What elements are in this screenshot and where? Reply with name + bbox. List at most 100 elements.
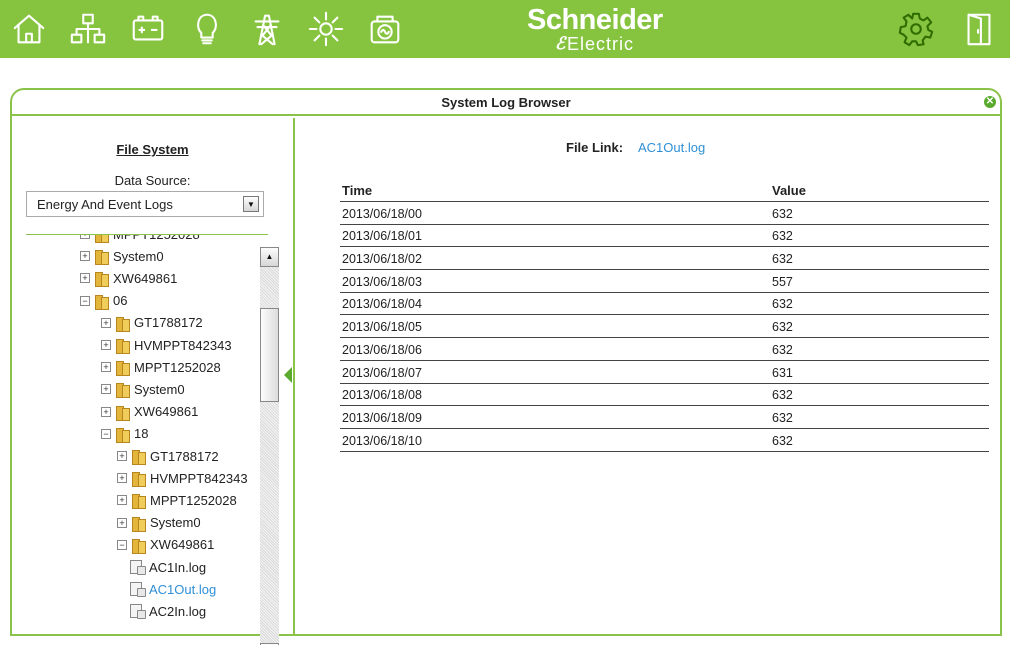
panel-title: System Log Browser — [441, 94, 571, 110]
expand-icon[interactable]: + — [80, 235, 90, 239]
tree-folder-item[interactable]: + System0 — [117, 512, 201, 534]
home-button[interactable] — [8, 8, 50, 50]
log-file-icon — [130, 604, 146, 620]
table-row: 2013/06/18/08 632 — [340, 384, 989, 407]
folder-icon — [131, 493, 146, 510]
data-source-select[interactable]: Energy And Event Logs ▼ — [26, 191, 264, 217]
exit-button[interactable] — [958, 8, 1000, 50]
scroll-up-icon[interactable]: ▲ — [260, 247, 279, 267]
tree-file-item[interactable]: AC2In.log — [130, 600, 206, 622]
generator-button[interactable] — [364, 8, 406, 50]
generator-icon — [370, 15, 400, 44]
tree-folder-item[interactable]: + HVMPPT842343 — [101, 334, 232, 356]
value-cell: 632 — [772, 342, 793, 357]
expand-icon[interactable]: + — [80, 251, 90, 262]
logo-wordmark: Schneider — [527, 4, 663, 36]
tree-item-label: XW649861 — [113, 270, 178, 286]
expand-icon[interactable]: + — [117, 451, 127, 461]
tower-button[interactable] — [246, 8, 288, 50]
network-button[interactable] — [67, 8, 109, 50]
expand-icon[interactable]: + — [117, 473, 127, 484]
battery-button[interactable] — [127, 8, 169, 50]
tree-folder-item[interactable]: + MPPT1252028 — [117, 489, 237, 511]
expand-icon[interactable]: + — [117, 495, 127, 506]
tree-folder-item[interactable]: + MPPT1252028 — [80, 235, 200, 245]
expand-icon[interactable]: + — [101, 384, 111, 395]
collapse-arrow-icon[interactable] — [284, 367, 292, 383]
tree-item-label: GT1788172 — [134, 315, 203, 331]
pane-splitter[interactable] — [293, 118, 295, 634]
expand-icon[interactable]: + — [101, 317, 111, 328]
file-tree: +MPPT1252028+System0+XW649861−06+GT17881… — [26, 235, 258, 645]
value-cell: 632 — [772, 252, 793, 267]
tree-item-label: MPPT1252028 — [113, 235, 200, 242]
value-cell: 632 — [772, 229, 793, 244]
tree-item-label: HVMPPT842343 — [134, 337, 232, 353]
file-system-pane: File System Data Source: Energy And Even… — [12, 118, 293, 645]
table-row: 2013/06/18/05 632 — [340, 315, 989, 339]
folder-icon — [115, 338, 130, 354]
logo-mark: ℰ — [555, 34, 566, 53]
column-header-time: Time — [342, 183, 373, 198]
brand-logo: Schneider ℰ Electric — [527, 4, 677, 56]
tree-item-label: GT1788172 — [150, 448, 219, 464]
tree-folder-item[interactable]: − XW649861 — [117, 534, 214, 556]
collapse-icon[interactable]: − — [80, 295, 90, 306]
tree-folder-item[interactable]: + MPPT1252028 — [101, 356, 221, 378]
scrollbar-thumb[interactable] — [260, 308, 279, 402]
top-toolbar: Schneider ℰ Electric — [0, 0, 1010, 58]
lightbulb-button[interactable] — [186, 8, 228, 50]
tree-item-label: AC2In.log — [149, 603, 207, 619]
tree-folder-item[interactable]: + XW649861 — [101, 401, 198, 423]
table-row: 2013/06/18/00 632 — [340, 202, 989, 225]
battery-icon — [132, 15, 164, 41]
folder-icon — [115, 360, 130, 377]
folder-icon — [115, 316, 130, 332]
tree-folder-item[interactable]: + GT1788172 — [117, 445, 219, 467]
exit-door-icon — [967, 13, 991, 46]
folder-icon — [131, 449, 146, 465]
tree-file-item[interactable]: AC1Out.log — [130, 578, 216, 600]
expand-icon[interactable]: + — [80, 273, 90, 284]
file-link-row: File Link: AC1Out.log — [566, 140, 705, 155]
time-cell: 2013/06/18/03 — [342, 274, 422, 289]
logo-subtitle: Electric — [567, 34, 635, 54]
sun-button[interactable] — [305, 8, 347, 50]
time-cell: 2013/06/18/05 — [342, 320, 422, 335]
table-row: 2013/06/18/07 631 — [340, 361, 989, 384]
tree-item-label: MPPT1252028 — [150, 492, 237, 508]
lightbulb-icon — [197, 13, 217, 45]
table-row: 2013/06/18/10 632 — [340, 429, 989, 452]
tree-file-item[interactable]: AC1In.log — [130, 556, 206, 578]
tree-folder-item[interactable]: + HVMPPT842343 — [117, 467, 248, 489]
folder-icon — [94, 294, 109, 310]
expand-icon[interactable]: + — [101, 362, 111, 373]
folder-icon — [94, 249, 109, 266]
tree-folder-item[interactable]: + System0 — [80, 245, 164, 267]
collapse-icon[interactable]: − — [117, 539, 127, 550]
tree-folder-item[interactable]: + System0 — [101, 378, 185, 400]
sun-icon — [308, 11, 344, 47]
tree-scrollbar[interactable]: ▲ ▼ — [260, 247, 279, 645]
expand-icon[interactable]: + — [117, 517, 127, 528]
value-cell: 632 — [772, 410, 793, 425]
tree-folder-item[interactable]: − 18 — [101, 423, 148, 445]
tree-folder-item[interactable]: + XW649861 — [80, 267, 177, 289]
close-icon[interactable]: ✕ — [984, 96, 996, 108]
tree-folder-item[interactable]: − 06 — [80, 290, 127, 312]
log-table: Time Value 2013/06/18/00 632 2013/06/18/01… — [340, 182, 989, 452]
collapse-icon[interactable]: − — [101, 428, 111, 439]
chevron-down-icon[interactable]: ▼ — [243, 196, 259, 212]
file-link[interactable]: AC1Out.log — [638, 140, 705, 155]
time-cell: 2013/06/18/10 — [342, 433, 422, 448]
value-cell: 632 — [772, 433, 793, 448]
tree-folder-item[interactable]: + GT1788172 — [101, 312, 203, 334]
time-cell: 2013/06/18/08 — [342, 388, 422, 403]
log-file-icon — [130, 560, 146, 575]
tree-item-label: HVMPPT842343 — [150, 470, 248, 486]
expand-icon[interactable]: + — [101, 406, 111, 417]
expand-icon[interactable]: + — [101, 340, 111, 350]
settings-button[interactable] — [895, 8, 937, 50]
folder-icon — [131, 516, 146, 532]
tree-item-label: 06 — [113, 293, 128, 309]
